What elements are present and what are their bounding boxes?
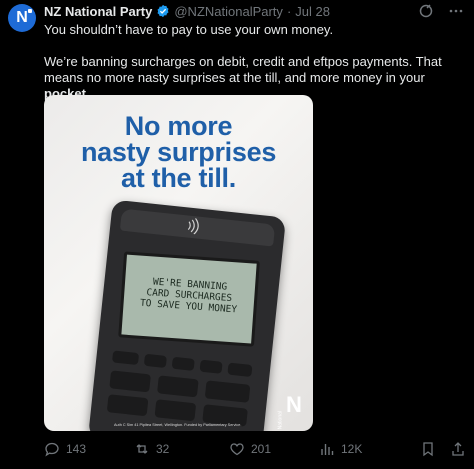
views-icon: [321, 444, 334, 455]
key: [143, 353, 167, 368]
key: [227, 362, 253, 377]
tweet-text: You shouldn’t have to pay to use your ow…: [44, 22, 468, 102]
authorisation-statement: Auth C Sim 41 Pipitea Street, Wellington…: [114, 423, 242, 427]
terminal-screen: WE'RE BANNING CARD SURCHARGES TO SAVE YO…: [118, 251, 260, 347]
tweet-date[interactable]: Jul 28: [295, 4, 330, 19]
verified-badge-icon: [157, 4, 169, 18]
bookmark-button[interactable]: [420, 441, 436, 457]
key: [204, 380, 251, 403]
view-count: 12K: [341, 442, 363, 456]
key: [109, 370, 151, 393]
headline-line-2: nasty surprises: [80, 137, 277, 167]
key: [157, 375, 199, 398]
avatar-star-icon: [28, 9, 32, 13]
key: [199, 359, 223, 374]
grok-icon[interactable]: [418, 3, 434, 19]
tweet-image[interactable]: No more nasty surprises at the till. WE'…: [44, 95, 313, 431]
key: [154, 399, 197, 422]
key: [171, 356, 195, 371]
key: [106, 394, 149, 417]
action-bar: 143 32 201 12K: [44, 441, 470, 459]
bookmark-icon: [423, 442, 433, 457]
terminal-keypad: [106, 350, 255, 431]
header-separator: ·: [286, 3, 292, 19]
top-actions: [418, 3, 464, 19]
tweet-line-2-text: We’re banning surcharges on debit, credi…: [44, 54, 442, 85]
more-options-icon[interactable]: [448, 3, 464, 19]
author-handle[interactable]: @NZNationalParty: [174, 4, 283, 19]
tweet-header: NZ National Party @NZNationalParty · Jul…: [44, 3, 330, 19]
share-button[interactable]: [450, 441, 466, 457]
repost-icon: [136, 444, 148, 454]
author-name[interactable]: NZ National Party: [44, 4, 152, 19]
like-count: 201: [251, 442, 272, 456]
reply-button[interactable]: 143: [44, 441, 86, 457]
image-headline: No more nasty surprises at the till.: [44, 111, 313, 193]
heart-icon: [230, 443, 244, 456]
tweet: N NZ National Party @NZNationalParty · J…: [0, 0, 474, 469]
avatar-letter: N: [16, 9, 28, 26]
repost-button[interactable]: 32: [134, 441, 169, 457]
eftpos-terminal: WE'RE BANNING CARD SURCHARGES TO SAVE YO…: [87, 199, 287, 431]
share-icon: [452, 442, 464, 456]
contactless-icon: [187, 217, 199, 235]
national-logo: N: [286, 392, 302, 417]
reply-count: 143: [66, 442, 87, 456]
views-button[interactable]: 12K: [319, 441, 362, 457]
headline-line-1: No more: [124, 111, 233, 141]
key: [111, 350, 140, 366]
like-button[interactable]: 201: [229, 441, 271, 457]
headline-line-3: at the till.: [121, 163, 236, 193]
avatar[interactable]: N: [8, 4, 36, 32]
tweet-line-1: You shouldn’t have to pay to use your ow…: [44, 22, 334, 37]
reply-icon: [45, 442, 59, 457]
repost-count: 32: [156, 442, 170, 456]
